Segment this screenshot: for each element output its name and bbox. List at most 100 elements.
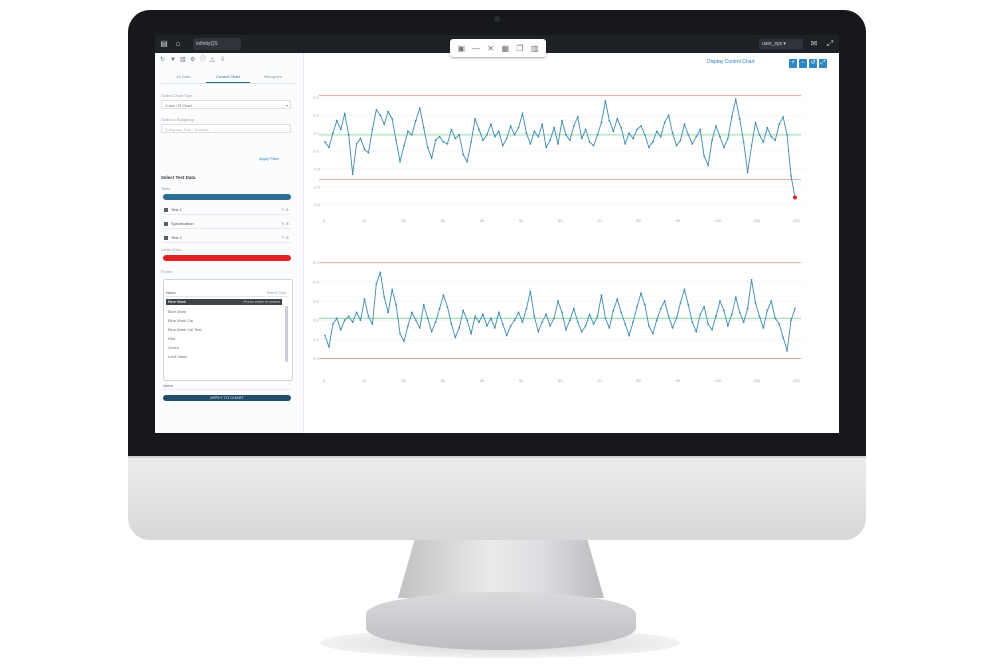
data-point [553,317,555,320]
data-point [632,137,634,140]
data-point [675,144,678,147]
data-point [446,305,449,308]
data-point [632,321,634,323]
y-tick-label: -3.0 [313,202,321,207]
data-point [580,137,583,140]
data-point [371,128,374,131]
data-point [707,164,710,167]
data-point [596,315,599,318]
data-point [371,323,374,325]
data-point [355,311,358,314]
data-point [426,317,429,320]
data-point [407,130,409,133]
camera-dot [494,16,500,22]
data-point [620,311,623,314]
data-point [568,319,571,322]
data-point [438,307,441,310]
data-point [754,121,757,124]
data-point [624,142,627,145]
data-point [588,141,591,143]
data-point [509,125,512,127]
data-point [746,171,749,174]
data-point [537,330,540,333]
data-point [446,142,449,145]
data-point [395,139,397,142]
data-point [786,349,789,352]
monitor-stand-base [366,592,636,650]
x-tick-label: 50 [519,378,524,383]
x-tick-label: 120 [793,378,800,383]
data-point [549,139,552,142]
data-point [647,325,650,327]
data-point [734,296,737,299]
data-point [426,146,429,149]
data-point [754,302,757,304]
data-point [351,321,354,323]
data-point [762,326,765,329]
data-point [616,298,619,300]
data-point [343,319,346,322]
data-point [766,309,769,312]
data-point [497,311,500,314]
data-point [422,303,425,306]
data-point [363,148,366,151]
data-point [778,123,781,126]
data-point [367,315,370,318]
x-tick-label: 10 [362,218,367,223]
y-tick-label: 4.0 [313,279,319,284]
data-point [517,311,520,314]
data-point [339,328,342,331]
x-tick-label: 0 [323,378,326,383]
data-point [588,313,591,316]
y-tick-label: 2.0 [313,318,319,323]
x-tick-label: 20 [401,378,406,383]
data-point [347,315,350,318]
data-point [462,153,465,156]
data-point [699,313,702,316]
data-point [466,160,469,163]
x-tick-label: 60 [558,218,563,223]
data-point [505,137,508,140]
data-point [675,317,678,320]
data-point [355,142,358,145]
y-tick-label: 3.0 [313,95,319,100]
data-point [659,307,662,310]
data-point [794,307,796,310]
data-point [505,334,508,337]
data-point [683,288,686,291]
x-tick-label: 100 [715,378,722,383]
data-point [501,323,504,325]
x-tick-label: 80 [636,378,641,383]
data-point [636,128,638,131]
data-point [715,315,717,318]
data-point [335,119,338,122]
data-point [407,325,409,327]
data-point [324,141,326,143]
data-point [347,134,350,136]
data-point [328,146,330,149]
data-point [422,126,425,129]
data-point [671,132,674,135]
data-point [363,298,366,300]
y-tick-label: -1.0 [313,166,321,171]
out-of-control-point [793,195,797,200]
x-tick-label: 0 [323,218,326,223]
data-point [438,135,441,138]
y-tick-label: 5.0 [313,260,319,265]
data-point [442,141,445,143]
data-point [387,311,390,314]
data-point [517,126,520,129]
data-point [624,323,627,325]
data-point [403,340,405,343]
data-point [561,119,563,122]
data-point [331,323,334,325]
x-tick-label: 50 [519,218,524,223]
x-tick-label: 80 [636,218,641,223]
data-point [750,144,753,147]
data-point [691,142,694,145]
data-point [568,139,571,142]
data-point [746,307,749,310]
data-point [699,128,702,131]
y-tick-label: 1.0 [313,131,319,136]
data-point [659,135,662,138]
